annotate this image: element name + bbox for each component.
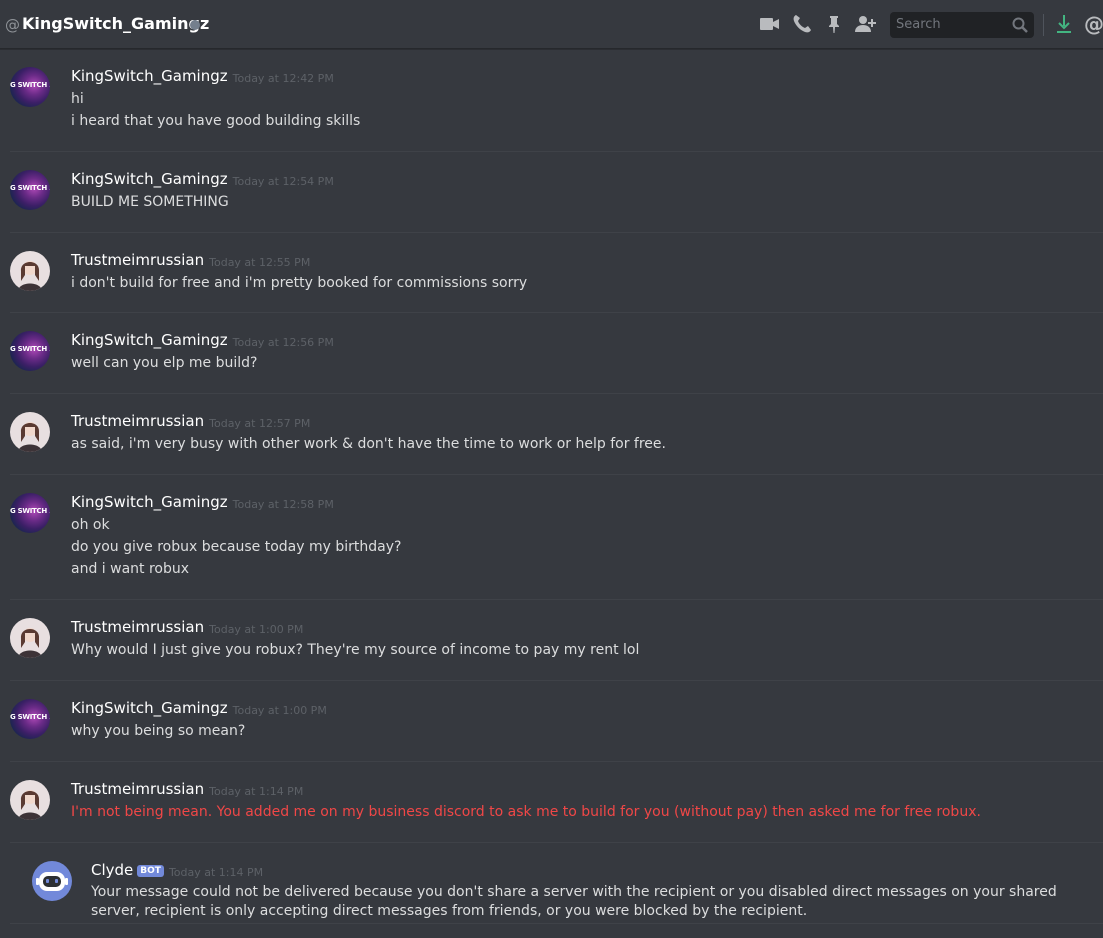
failed-message-line: I'm not being mean. You added me on my b… (71, 804, 981, 820)
message-divider (10, 232, 1103, 233)
clyde-avatar[interactable] (32, 861, 72, 901)
avatar[interactable] (10, 618, 50, 658)
message-divider (10, 761, 1103, 762)
message-author[interactable]: Trustmeimrussian Today at 12:57 PM (71, 412, 310, 430)
clyde-message-text: Your message could not be delivered beca… (91, 884, 1057, 919)
message-timestamp: Today at 12:56 PM (232, 336, 334, 349)
avatar[interactable] (10, 780, 50, 820)
search-icon[interactable] (1011, 16, 1029, 38)
message-timestamp: Today at 12:57 PM (209, 417, 311, 430)
message-divider (10, 312, 1103, 313)
message-line: and i want robux (71, 561, 190, 577)
add-friend-icon[interactable] (854, 13, 876, 35)
author-name[interactable]: Trustmeimrussian (71, 412, 204, 430)
message-divider (10, 151, 1103, 152)
message-line: well can you elp me build? (71, 355, 258, 371)
avatar-text: G SWITCH 1 (10, 713, 50, 721)
message-line: Why would I just give you robux? They're… (71, 642, 640, 658)
author-name[interactable]: KingSwitch_Gamingz (71, 331, 228, 349)
search-placeholder: Search (896, 17, 941, 32)
avatar-text: G SWITCH 1 (10, 184, 50, 192)
message-list: G SWITCH 1 KingSwitch_Gamingz Today at 12… (0, 50, 1103, 938)
message-line: why you being so mean? (71, 723, 246, 739)
pin-icon[interactable] (823, 13, 845, 35)
mentions-icon[interactable]: @ (1084, 12, 1103, 36)
message-line: as said, i'm very busy with other work &… (71, 436, 666, 452)
avatar[interactable] (10, 412, 50, 452)
message-divider (10, 680, 1103, 681)
message-author[interactable]: KingSwitch_Gamingz Today at 12:56 PM (71, 331, 334, 349)
message-line: oh ok (71, 517, 110, 533)
avatar[interactable]: G SWITCH 1 (10, 699, 50, 739)
message-line: do you give robux because today my birth… (71, 539, 402, 555)
author-name[interactable]: KingSwitch_Gamingz (71, 170, 228, 188)
message-author[interactable]: KingSwitch_Gamingz Today at 12:54 PM (71, 170, 334, 188)
voice-call-icon[interactable] (791, 13, 813, 35)
message-line: i don't build for free and i'm pretty bo… (71, 275, 528, 291)
header-divider (1043, 14, 1044, 36)
avatar[interactable]: G SWITCH 1 (10, 331, 50, 371)
message-timestamp: Today at 12:54 PM (232, 175, 334, 188)
search-input[interactable]: Search (890, 12, 1034, 38)
dm-at-symbol: @ (5, 16, 20, 34)
author-name[interactable]: Trustmeimrussian (71, 251, 204, 269)
avatar[interactable]: G SWITCH 1 (10, 493, 50, 533)
author-name[interactable]: Clyde (91, 861, 133, 879)
avatar-text: G SWITCH 1 (10, 345, 50, 353)
author-name[interactable]: KingSwitch_Gamingz (71, 699, 228, 717)
author-name[interactable]: KingSwitch_Gamingz (71, 67, 228, 85)
message-divider (10, 923, 1103, 924)
message-timestamp: Today at 1:00 PM (209, 623, 304, 636)
channel-header: @ KingSwitch_Gamingz Search @ (0, 0, 1103, 49)
clyde-author[interactable]: Clyde BOT Today at 1:14 PM (91, 861, 263, 879)
author-name[interactable]: Trustmeimrussian (71, 780, 204, 798)
message-author[interactable]: Trustmeimrussian Today at 1:00 PM (71, 618, 303, 636)
message-timestamp: Today at 1:14 PM (168, 866, 264, 879)
message-divider (10, 474, 1103, 475)
message-author[interactable]: KingSwitch_Gamingz Today at 12:58 PM (71, 493, 334, 511)
status-indicator (190, 20, 200, 30)
message-author[interactable]: Trustmeimrussian Today at 1:14 PM (71, 780, 303, 798)
message-timestamp: Today at 1:00 PM (232, 704, 327, 717)
avatar[interactable]: G SWITCH 1 (10, 170, 50, 210)
message-timestamp: Today at 12:58 PM (232, 498, 334, 511)
video-call-icon[interactable] (759, 13, 781, 35)
message-timestamp: Today at 1:14 PM (209, 785, 304, 798)
download-icon[interactable] (1053, 13, 1075, 35)
bot-badge: BOT (137, 865, 164, 877)
message-divider (10, 599, 1103, 600)
message-divider (10, 842, 1103, 843)
message-line: i heard that you have good building skil… (71, 113, 361, 129)
message-divider (10, 393, 1103, 394)
avatar[interactable] (10, 251, 50, 291)
message-timestamp: Today at 12:42 PM (232, 72, 334, 85)
avatar[interactable]: G SWITCH 1 (10, 67, 50, 107)
message-line: BUILD ME SOMETHING (71, 194, 229, 210)
avatar-text: G SWITCH 1 (10, 81, 50, 89)
author-name[interactable]: Trustmeimrussian (71, 618, 204, 636)
message-author[interactable]: Trustmeimrussian Today at 12:55 PM (71, 251, 310, 269)
message-author[interactable]: KingSwitch_Gamingz Today at 12:42 PM (71, 67, 334, 85)
avatar-text: G SWITCH 1 (10, 507, 50, 515)
dm-recipient-name[interactable]: KingSwitch_Gamingz (22, 14, 209, 33)
message-author[interactable]: KingSwitch_Gamingz Today at 1:00 PM (71, 699, 327, 717)
message-line: hi (71, 91, 84, 107)
message-timestamp: Today at 12:55 PM (209, 256, 311, 269)
author-name[interactable]: KingSwitch_Gamingz (71, 493, 228, 511)
